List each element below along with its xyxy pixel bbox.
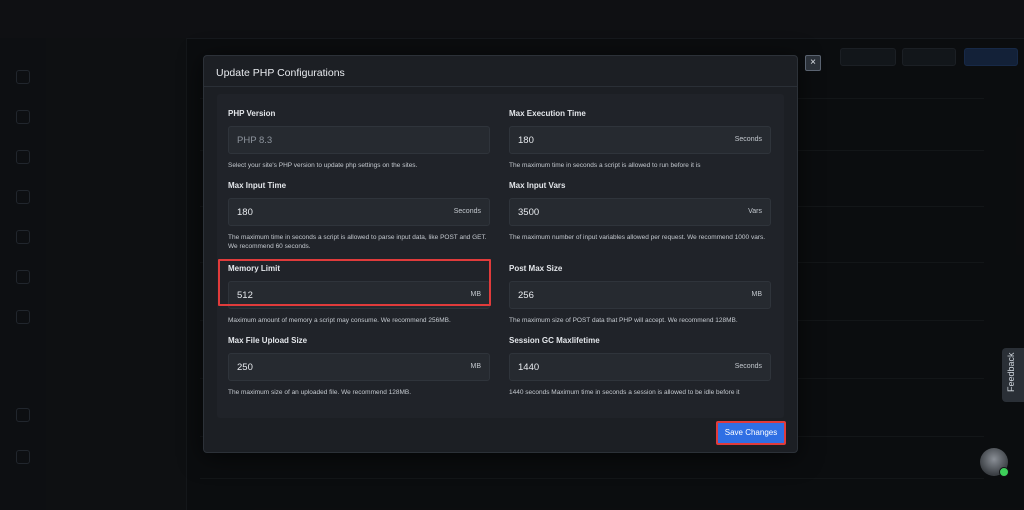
php-config-modal: Update PHP Configurations PHP Version PH… [203,55,798,453]
max-input-vars-label: Max Input Vars [509,181,566,190]
session-gc-maxlifetime-value: 1440 [518,362,540,373]
max-input-vars-field: Max Input Vars 3500 Vars The maximum num… [509,181,771,242]
max-input-time-help: The maximum time in seconds a script is … [228,234,487,250]
modal-title: Update PHP Configurations [216,67,345,79]
max-execution-time-input[interactable]: 180 Seconds [509,126,771,154]
max-input-vars-help: The maximum number of input variables al… [509,234,766,241]
max-file-upload-size-input[interactable]: 250 MB [228,353,490,381]
max-execution-time-field: Max Execution Time 180 Seconds The maxim… [509,109,771,170]
feedback-label: Feedback [1006,352,1016,392]
max-execution-time-help: The maximum time in seconds a script is … [509,162,701,169]
post-max-size-unit: MB [751,291,763,298]
post-max-size-field: Post Max Size 256 MB The maximum size of… [509,264,771,325]
memory-limit-help: Maximum amount of memory a script may co… [228,317,451,324]
modal-header: Update PHP Configurations [204,56,797,87]
max-input-time-value: 180 [237,207,253,218]
modal-body: PHP Version PHP 8.3 Select your site's P… [217,94,784,418]
session-gc-maxlifetime-input[interactable]: 1440 Seconds [509,353,771,381]
post-max-size-label: Post Max Size [509,264,563,273]
feedback-tab[interactable]: Feedback [1002,348,1024,402]
php-version-value: PHP 8.3 [237,135,273,146]
session-gc-maxlifetime-field: Session GC Maxlifetime 1440 Seconds 1440… [509,336,771,397]
max-execution-time-unit: Seconds [734,136,762,143]
save-changes-button[interactable]: Save Changes [716,421,786,445]
max-input-time-input[interactable]: 180 Seconds [228,198,490,226]
max-file-upload-size-label: Max File Upload Size [228,336,308,345]
php-version-select[interactable]: PHP 8.3 [228,126,490,154]
max-input-time-unit: Seconds [453,208,481,215]
max-execution-time-label: Max Execution Time [509,109,586,118]
max-file-upload-size-unit: MB [470,363,482,370]
memory-limit-highlight [218,259,491,306]
close-icon[interactable]: × [805,55,821,71]
php-version-label: PHP Version [228,109,276,118]
max-input-vars-value: 3500 [518,207,540,218]
php-version-field: PHP Version PHP 8.3 Select your site's P… [228,109,490,170]
post-max-size-value: 256 [518,290,534,301]
session-gc-maxlifetime-label: Session GC Maxlifetime [509,336,600,345]
max-file-upload-size-help: The maximum size of an uploaded file. We… [228,389,412,396]
max-execution-time-value: 180 [518,135,534,146]
max-input-vars-unit: Vars [748,208,762,215]
max-input-time-field: Max Input Time 180 Seconds The maximum t… [228,181,490,251]
max-file-upload-size-value: 250 [237,362,253,373]
max-input-time-label: Max Input Time [228,181,287,190]
chat-avatar[interactable] [980,448,1009,477]
post-max-size-help: The maximum size of POST data that PHP w… [509,317,738,324]
max-file-upload-size-field: Max File Upload Size 250 MB The maximum … [228,336,490,397]
php-version-help: Select your site's PHP version to update… [228,162,418,169]
online-status-indicator [999,467,1009,477]
session-gc-maxlifetime-unit: Seconds [734,363,762,370]
post-max-size-input[interactable]: 256 MB [509,281,771,309]
max-input-vars-input[interactable]: 3500 Vars [509,198,771,226]
session-gc-maxlifetime-help: 1440 seconds Maximum time in seconds a s… [509,389,740,396]
